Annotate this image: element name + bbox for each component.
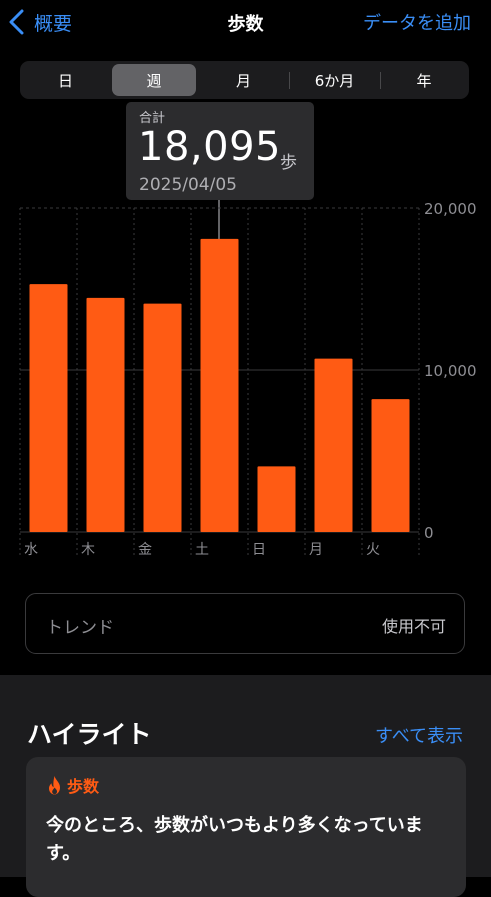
tooltip-date: 2025/04/05 [139, 175, 237, 195]
x-tick-label: 木 [81, 542, 95, 558]
selection-tooltip: 合計 18,095 歩 2025/04/05 [126, 102, 314, 200]
highlight-card-header: 歩数 [46, 773, 99, 797]
tooltip-unit: 歩 [280, 153, 297, 173]
x-tick-label: 金 [138, 542, 152, 558]
highlights-title: ハイライト [27, 720, 152, 749]
flame-icon [49, 775, 60, 794]
steps-bar-chart[interactable]: 0 10,000 20,000 水 木 金 土 日 月 火 [0, 195, 491, 570]
trend-card[interactable]: トレンド 使用不可 [25, 593, 465, 654]
x-tick-label: 土 [195, 542, 209, 558]
x-tick-label: 日 [252, 542, 266, 558]
bar [200, 238, 239, 532]
segment-divider [380, 72, 381, 89]
highlight-card-text: 今のところ、歩数がいつもより多くなっています。 [46, 815, 423, 864]
add-data-button[interactable]: データを追加 [363, 9, 471, 35]
y-tick-label: 20,000 [424, 200, 477, 218]
bar [143, 303, 182, 532]
period-segmented-control: 日 週 月 6か月 年 [20, 61, 469, 99]
segment-month[interactable]: 月 [200, 64, 287, 96]
segment-year[interactable]: 年 [382, 64, 466, 96]
highlight-card-name: 歩数 [67, 777, 100, 796]
navigation-bar: 概要 歩数 データを追加 [0, 0, 491, 46]
x-tick-label: 水 [24, 542, 38, 558]
bar [314, 358, 353, 532]
trend-label: トレンド [46, 618, 114, 638]
x-tick-label: 火 [366, 542, 380, 558]
segment-6months[interactable]: 6か月 [291, 64, 378, 96]
segment-week[interactable]: 週 [112, 64, 196, 96]
y-tick-label: 0 [424, 524, 434, 542]
bar [86, 297, 125, 532]
bar [371, 399, 410, 532]
x-tick-label: 月 [309, 542, 323, 558]
segment-day[interactable]: 日 [23, 64, 108, 96]
segment-divider [289, 72, 290, 89]
bar [257, 466, 296, 532]
trend-status: 使用不可 [381, 617, 446, 636]
bar [29, 284, 68, 532]
show-all-link[interactable]: すべて表示 [375, 722, 463, 748]
tooltip-value: 18,095 [138, 124, 281, 170]
highlight-card[interactable]: 歩数 今のところ、歩数がいつもより多くなっています。 [26, 757, 466, 897]
highlights-section: ハイライト すべて表示 歩数 今のところ、歩数がいつもより多くなっています。 [0, 675, 491, 897]
y-tick-label: 10,000 [424, 362, 477, 380]
